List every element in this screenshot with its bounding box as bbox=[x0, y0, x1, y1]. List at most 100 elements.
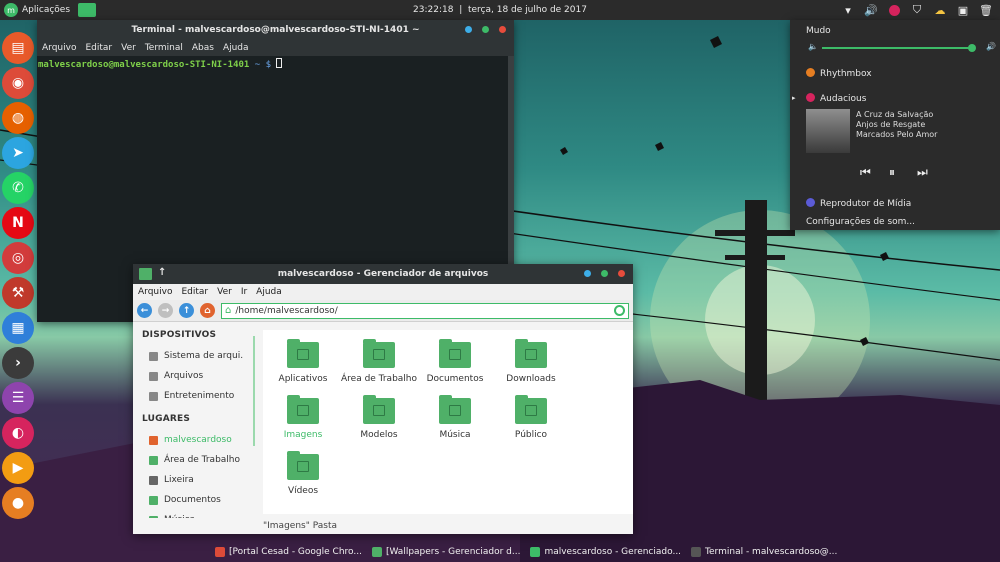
pause-icon[interactable]: ⏸ bbox=[889, 165, 895, 180]
folder-glyph-icon bbox=[297, 405, 309, 416]
sidebar-place-item[interactable]: Documentos bbox=[133, 490, 243, 510]
refresh-icon[interactable] bbox=[614, 305, 625, 316]
devices-header: DISPOSITIVOS bbox=[142, 330, 217, 340]
dock-text-editor-icon[interactable]: ☰ bbox=[2, 382, 34, 414]
drive-icon bbox=[149, 391, 158, 401]
volume-slider-track[interactable] bbox=[822, 47, 972, 49]
sidebar-place-item[interactable]: Lixeira bbox=[133, 470, 243, 490]
folder-glyph-icon bbox=[373, 405, 385, 416]
taskbar-window-button[interactable]: [Wallpapers - Gerenciador d... bbox=[371, 546, 520, 557]
dock-audacious-icon[interactable]: ◐ bbox=[2, 417, 34, 449]
folder-item[interactable]: Público bbox=[493, 395, 569, 440]
taskbar-window-button[interactable]: Terminal - malvescardoso@... bbox=[691, 546, 837, 557]
rhythmbox-item[interactable]: Rhythmbox bbox=[806, 68, 872, 79]
menu-item[interactable]: Ver bbox=[217, 287, 232, 297]
clock-time[interactable]: 23:22:18 bbox=[413, 5, 453, 15]
location-bar[interactable]: ⌂ /home/malvescardoso/ bbox=[221, 302, 629, 319]
folder-item[interactable]: Modelos bbox=[341, 395, 417, 440]
audacious-item[interactable]: Audacious bbox=[806, 93, 866, 104]
dock-folder-app-icon[interactable]: ▤ bbox=[2, 32, 34, 64]
volume-slider-handle[interactable] bbox=[967, 44, 976, 52]
show-desktop-button[interactable] bbox=[78, 3, 96, 17]
sound-settings-item[interactable]: Configurações de som... bbox=[806, 217, 915, 227]
file-manager-titlebar[interactable]: ↑ malvescardoso - Gerenciador de arquivo… bbox=[133, 264, 633, 284]
folder-icon bbox=[439, 339, 471, 368]
home-icon: ⌂ bbox=[225, 305, 232, 316]
folder-item[interactable]: Vídeos bbox=[265, 451, 341, 496]
drive-icon bbox=[149, 351, 158, 361]
dock-media-player-icon[interactable]: ▶ bbox=[2, 452, 34, 484]
folder-item[interactable]: Aplicativos bbox=[265, 339, 341, 384]
menu-item[interactable]: Editar bbox=[181, 287, 208, 297]
dock-telegram-icon[interactable]: ➤ bbox=[2, 137, 34, 169]
close-button[interactable] bbox=[499, 26, 506, 33]
menu-item[interactable]: Arquivo bbox=[42, 43, 76, 53]
folder-item[interactable]: Música bbox=[417, 395, 493, 440]
track-artist: Anjos de Resgate bbox=[856, 120, 926, 129]
task-app-icon bbox=[691, 546, 702, 557]
applications-label: Aplicações bbox=[22, 5, 71, 15]
sidebar-place-item[interactable]: Música bbox=[133, 510, 243, 518]
dock-terminal-icon[interactable]: › bbox=[2, 347, 34, 379]
dock-netflix-icon[interactable]: N bbox=[2, 207, 34, 239]
folder-icon bbox=[515, 395, 547, 424]
folder-item[interactable]: Imagens bbox=[265, 395, 341, 440]
trash-icon[interactable]: 🗑 bbox=[978, 2, 994, 18]
taskbar-window-button[interactable]: malvescardoso - Gerenciado... bbox=[530, 546, 681, 557]
previous-track-icon[interactable]: ⏮ bbox=[860, 165, 871, 180]
wifi-icon[interactable]: ▾ bbox=[840, 2, 856, 18]
places-sidebar: DISPOSITIVOS Sistema de arqui... Arquivos… bbox=[133, 322, 243, 518]
media-player-item[interactable]: Reprodutor de Mídia bbox=[806, 198, 911, 209]
sidebar-device-item[interactable]: Arquivos bbox=[133, 366, 243, 386]
terminal-titlebar[interactable]: Terminal - malvescardoso@malvescardoso-S… bbox=[37, 20, 514, 40]
close-button[interactable] bbox=[618, 270, 625, 277]
applications-menu-button[interactable]: m Aplicações bbox=[4, 2, 70, 18]
sidebar-place-item[interactable]: Área de Trabalho bbox=[133, 450, 243, 470]
menu-item[interactable]: Terminal bbox=[145, 43, 183, 53]
menu-item[interactable]: Abas bbox=[192, 43, 214, 53]
menu-item[interactable]: Ajuda bbox=[223, 43, 249, 53]
dock-photo-icon[interactable]: ◎ bbox=[2, 242, 34, 274]
folder-label: Modelos bbox=[360, 430, 398, 440]
menu-item[interactable]: Editar bbox=[85, 43, 112, 53]
maximize-button[interactable] bbox=[482, 26, 489, 33]
menu-item[interactable]: Ir bbox=[241, 287, 247, 297]
dock-chrome-icon[interactable]: ◉ bbox=[2, 67, 34, 99]
dock-whatsapp-icon[interactable]: ✆ bbox=[2, 172, 34, 204]
sidebar-device-item[interactable]: Entretenimento bbox=[133, 386, 243, 406]
dock-toolbox-icon[interactable]: ⚒ bbox=[2, 277, 34, 309]
menu-item[interactable]: Arquivo bbox=[138, 287, 172, 297]
dock-package-icon[interactable]: ▦ bbox=[2, 312, 34, 344]
taskbar-window-button[interactable]: [Portal Cesad - Google Chro... bbox=[215, 546, 362, 557]
terminal-output[interactable]: malvescardoso@malvescardoso-STI-NI-1401 … bbox=[37, 56, 514, 70]
weather-icon[interactable]: ☁ bbox=[932, 2, 948, 18]
audacious-icon[interactable] bbox=[886, 2, 902, 18]
minimize-button[interactable] bbox=[465, 26, 472, 33]
maximize-button[interactable] bbox=[601, 270, 608, 277]
menu-item[interactable]: Ajuda bbox=[256, 287, 282, 297]
folder-item[interactable]: Documentos bbox=[417, 339, 493, 384]
volume-icon[interactable]: 🔊 bbox=[863, 2, 879, 18]
menu-item[interactable]: Ver bbox=[121, 43, 136, 53]
folder-item[interactable]: Área de Trabalho bbox=[341, 339, 417, 384]
dock-user-icon[interactable]: ● bbox=[2, 487, 34, 519]
forward-button[interactable]: → bbox=[158, 303, 173, 318]
sidebar-item-label: Sistema de arqui... bbox=[164, 351, 243, 361]
sidebar-place-item[interactable]: malvescardoso bbox=[133, 430, 243, 450]
up-button[interactable]: ↑ bbox=[179, 303, 194, 318]
minimize-button[interactable] bbox=[584, 270, 591, 277]
next-track-icon[interactable]: ⏭ bbox=[917, 165, 928, 180]
folder-item[interactable]: Downloads bbox=[493, 339, 569, 384]
audacious-label: Audacious bbox=[820, 94, 867, 104]
sidebar-device-item[interactable]: Sistema de arqui... bbox=[133, 346, 243, 366]
home-button[interactable]: ⌂ bbox=[200, 303, 215, 318]
dock-firefox-icon[interactable]: ◍ bbox=[2, 102, 34, 134]
file-manager-window[interactable]: ↑ malvescardoso - Gerenciador de arquivo… bbox=[133, 264, 633, 534]
volume-high-icon: 🔊 bbox=[986, 42, 996, 51]
clock-date[interactable]: terça, 18 de julho de 2017 bbox=[468, 5, 587, 15]
back-button[interactable]: ← bbox=[137, 303, 152, 318]
mute-toggle[interactable]: Mudo bbox=[806, 26, 831, 36]
shield-icon[interactable]: ⛉ bbox=[909, 2, 925, 18]
clipboard-icon[interactable]: ▣ bbox=[955, 2, 971, 18]
sidebar-scrollbar[interactable] bbox=[253, 336, 255, 446]
